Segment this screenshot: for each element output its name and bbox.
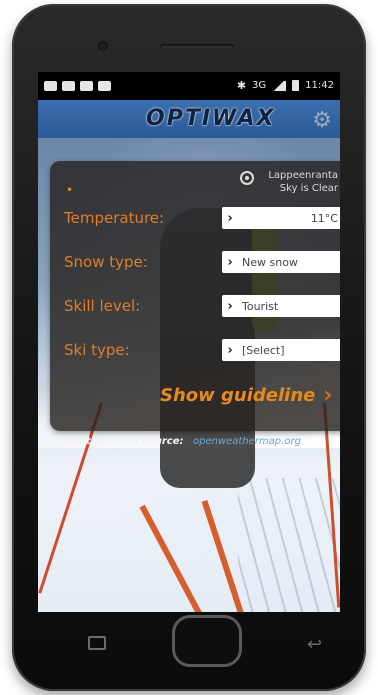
status-right: ✱ 3G 11:42	[237, 79, 334, 92]
earpiece-speaker	[160, 44, 234, 49]
message-icon	[44, 81, 57, 91]
chevron-right-icon: ›	[227, 298, 233, 314]
snow-type-label: Snow type:	[64, 253, 148, 271]
temperature-field[interactable]: › 11°C	[222, 207, 340, 229]
snow-type-value: New snow	[242, 255, 298, 269]
network-type: 3G	[252, 80, 267, 91]
chevron-right-icon: ›	[227, 254, 233, 270]
back-key-icon[interactable]: ↩	[307, 634, 322, 655]
bluetooth-icon: ✱	[236, 79, 247, 92]
home-button[interactable]	[172, 615, 242, 667]
status-dot-icon: •	[66, 183, 74, 197]
app-logo: OPTIWAX	[146, 106, 276, 131]
status-bar: ✱ 3G 11:42	[38, 72, 340, 100]
location-name: Lappeenranta	[268, 170, 338, 181]
mail-icon	[98, 81, 111, 91]
chat-icon	[62, 81, 75, 91]
show-guideline-label: Show guideline	[160, 385, 316, 406]
snow-type-select[interactable]: › New snow	[222, 251, 340, 273]
skill-level-value: Tourist	[242, 299, 279, 313]
ski-type-select[interactable]: › [Select]	[222, 339, 340, 361]
camera-icon	[80, 81, 93, 91]
ski-type-label: Ski type:	[64, 341, 130, 359]
menu-key-icon[interactable]	[88, 636, 106, 650]
weather-condition: Sky is Clear	[279, 183, 338, 194]
snow-type-row: Snow type: › New snow	[50, 245, 340, 279]
location-radio-icon[interactable]	[240, 171, 255, 185]
signal-icon	[272, 80, 287, 91]
chevron-right-icon: ›	[227, 210, 233, 226]
weather-source: Weather data source: openweathermap.org	[62, 436, 301, 447]
weather-source-link[interactable]: openweathermap.org	[193, 436, 301, 447]
app-title-bar: OPTIWAX ⚙	[38, 100, 340, 138]
chevron-right-icon: ›	[227, 342, 233, 358]
battery-icon	[292, 80, 300, 91]
skill-level-label: Skill level:	[64, 297, 141, 315]
gear-icon[interactable]: ⚙	[312, 108, 332, 133]
settings-panel: • Lappeenranta Sky is Clear Temperature:…	[50, 161, 340, 431]
ski-tracks	[238, 478, 340, 612]
clock: 11:42	[305, 80, 334, 91]
ski-left	[139, 504, 211, 612]
temperature-label: Temperature:	[64, 209, 165, 227]
ski-type-value: [Select]	[242, 343, 285, 357]
skill-level-row: Skill level: › Tourist	[50, 289, 340, 323]
temperature-value: 11°C	[310, 211, 338, 225]
front-camera	[98, 41, 108, 51]
chevron-right-icon: ›	[323, 383, 333, 408]
skill-level-select[interactable]: › Tourist	[222, 295, 340, 317]
ski-type-row: Ski type: › [Select]	[50, 333, 340, 367]
show-guideline-button[interactable]: Show guideline ›	[160, 383, 332, 408]
temperature-row: Temperature: › 11°C	[50, 201, 340, 235]
location-info[interactable]: Lappeenranta Sky is Clear	[240, 169, 338, 195]
weather-source-label: Weather data source:	[62, 436, 184, 447]
notification-icons	[44, 81, 111, 91]
app-screen: ✱ 3G 11:42 OPTIWAX ⚙ • Lappeenranta Sky …	[38, 72, 340, 612]
